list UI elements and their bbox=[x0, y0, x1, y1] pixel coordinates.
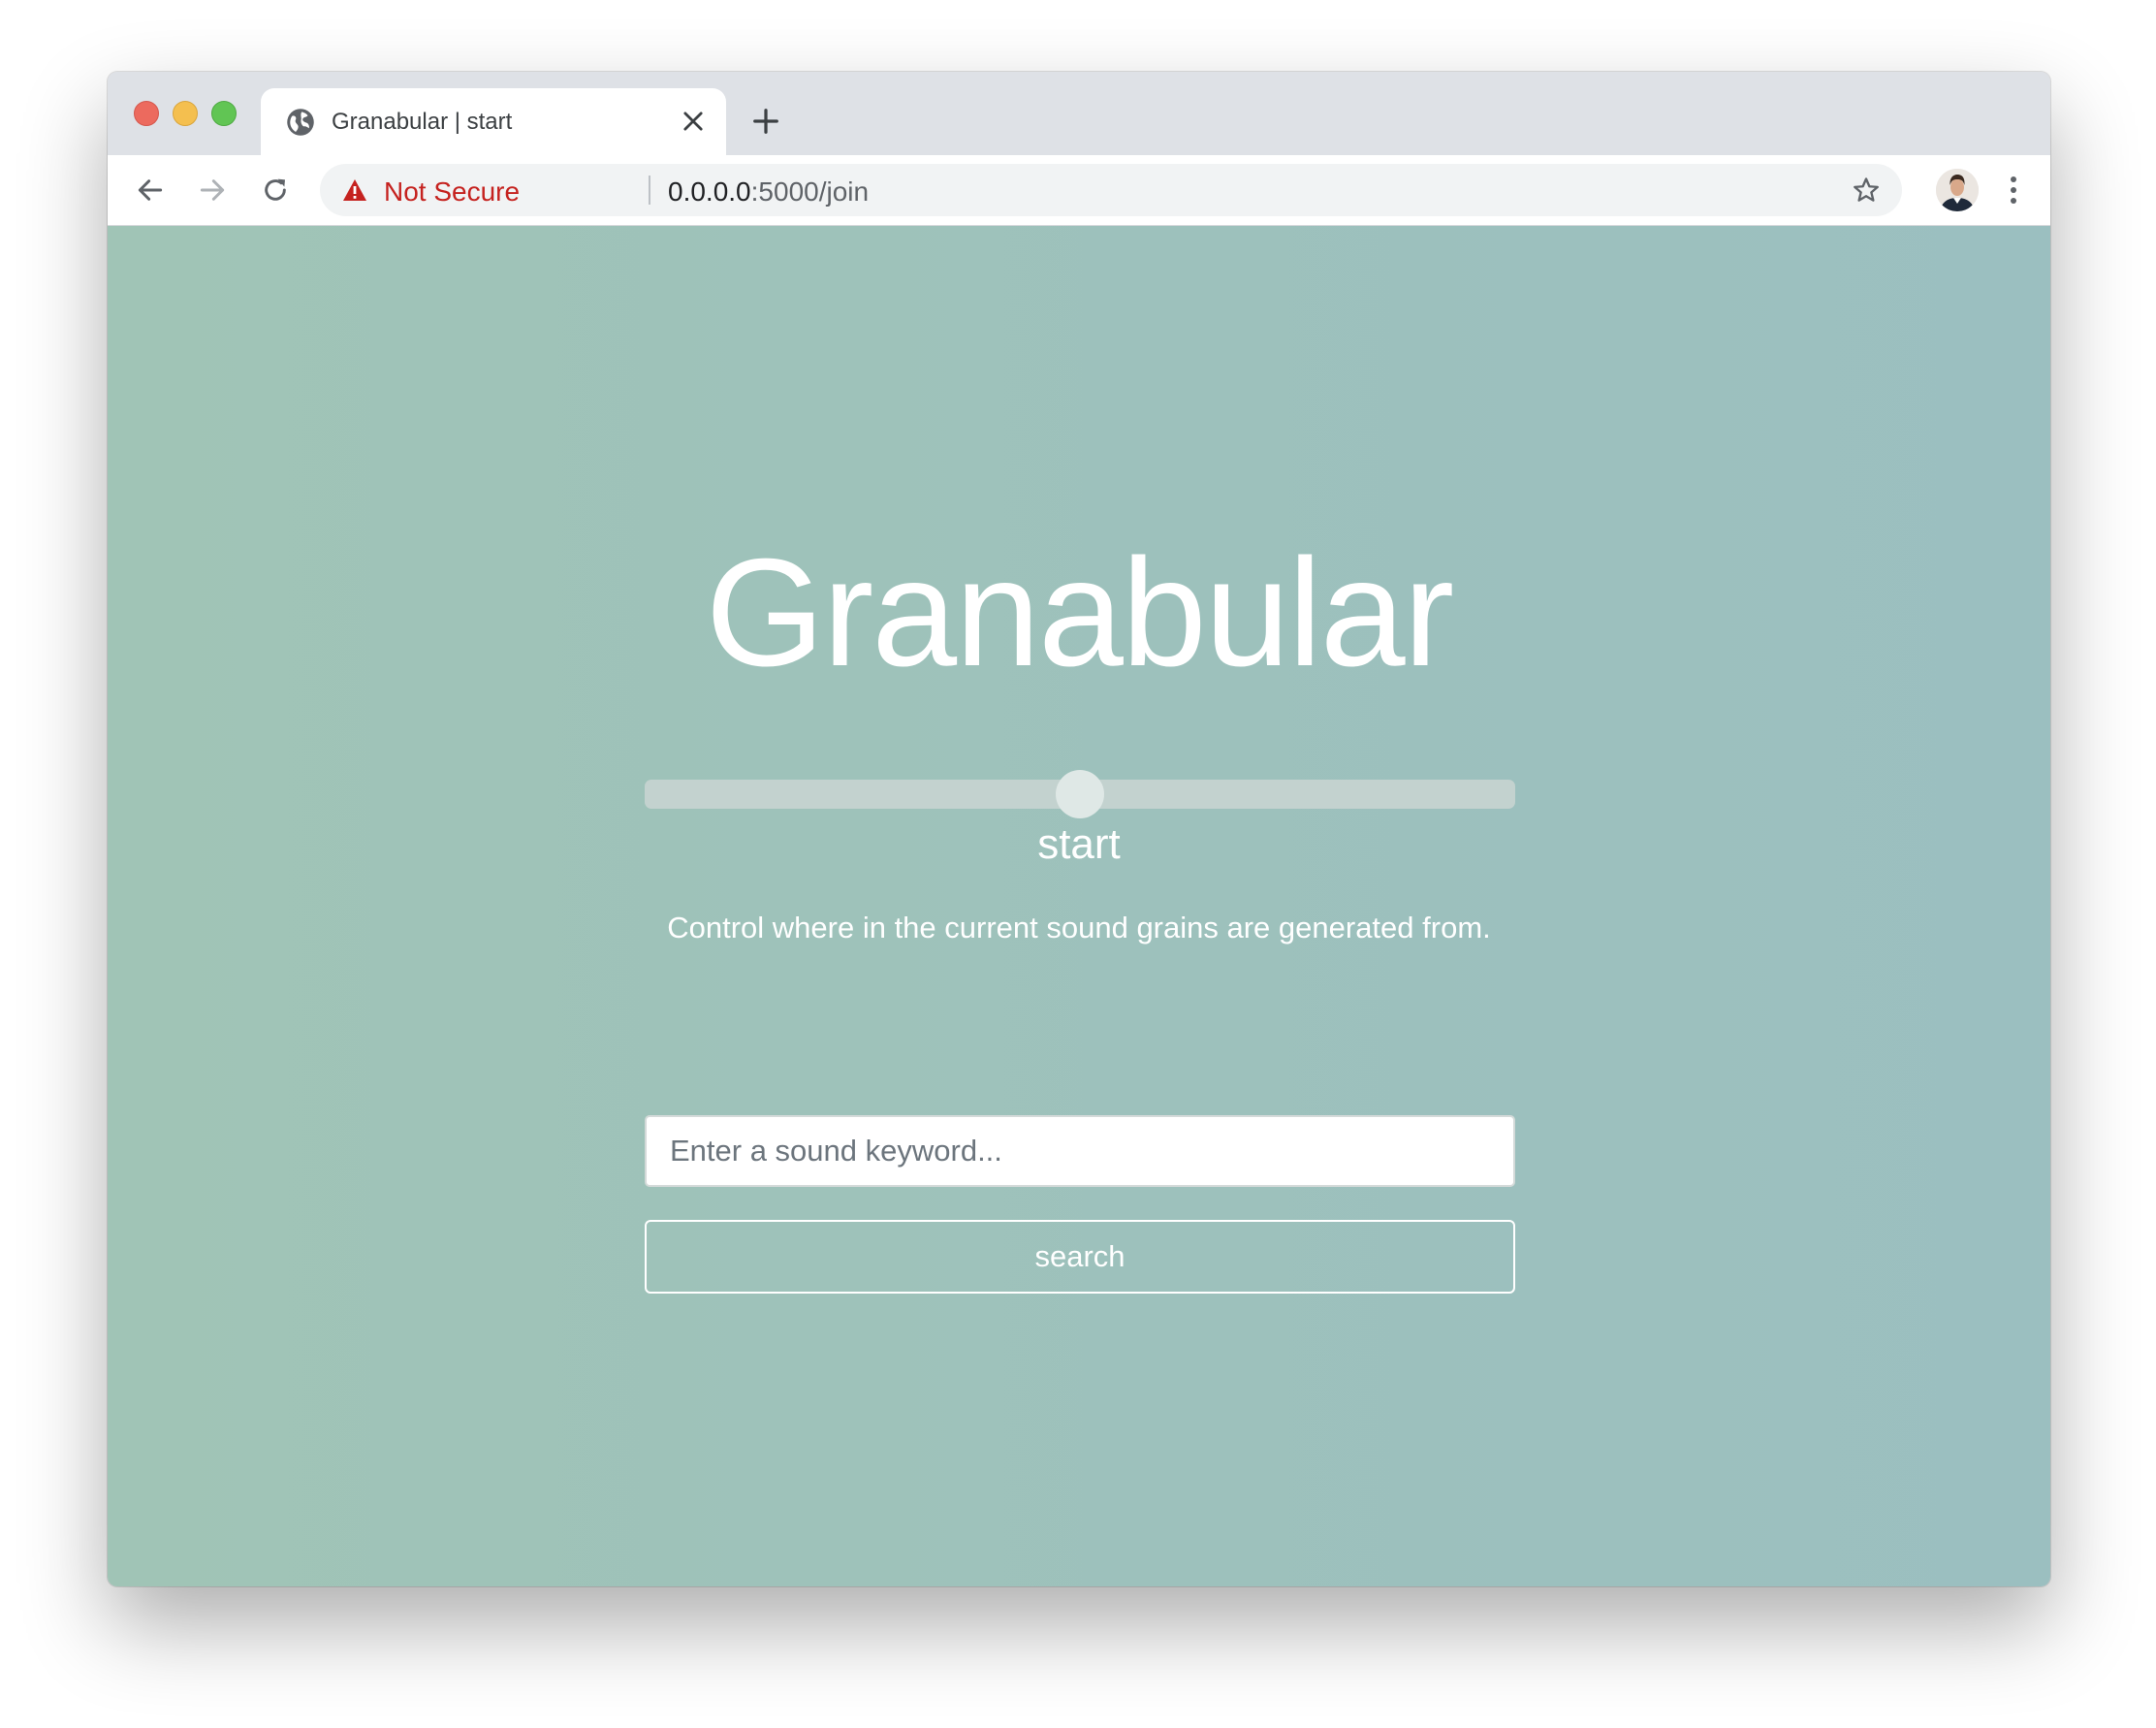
tab-strip: Granabular | start bbox=[108, 72, 2050, 155]
profile-avatar[interactable] bbox=[1936, 169, 1979, 211]
search-button[interactable]: search bbox=[645, 1220, 1515, 1294]
minimize-window-button[interactable] bbox=[173, 101, 198, 126]
page-title: Granabular bbox=[705, 528, 1454, 698]
back-arrow-icon[interactable] bbox=[135, 175, 166, 206]
forward-arrow-icon[interactable] bbox=[197, 175, 228, 206]
tab-granabular[interactable]: Granabular | start bbox=[261, 88, 726, 155]
browser-window: Granabular | start Not Secure 0.0.0.0:50… bbox=[108, 72, 2050, 1586]
start-slider-thumb[interactable] bbox=[1056, 770, 1104, 818]
globe-icon bbox=[287, 109, 314, 136]
close-window-button[interactable] bbox=[134, 101, 159, 126]
warning-triangle-icon bbox=[343, 179, 366, 201]
url-text[interactable]: 0.0.0.0:5000/join bbox=[668, 176, 869, 208]
sound-keyword-input[interactable] bbox=[645, 1115, 1515, 1187]
tab-title: Granabular | start bbox=[332, 109, 513, 135]
url-path: :5000/join bbox=[750, 176, 870, 207]
address-bar[interactable]: Not Secure 0.0.0.0:5000/join bbox=[320, 164, 1902, 216]
star-icon[interactable] bbox=[1852, 176, 1881, 205]
not-secure-label[interactable]: Not Secure bbox=[384, 176, 520, 208]
browser-toolbar: Not Secure 0.0.0.0:5000/join bbox=[108, 155, 2050, 226]
slider-description: Control where in the current sound grain… bbox=[667, 911, 1491, 944]
url-host: 0.0.0.0 bbox=[668, 176, 751, 207]
page-content: Granabular start Control where in the cu… bbox=[108, 226, 2050, 1586]
avatar-image bbox=[1936, 169, 1979, 211]
reload-icon[interactable] bbox=[260, 175, 291, 206]
plus-icon[interactable] bbox=[751, 107, 780, 136]
vertical-dots-icon[interactable] bbox=[2004, 173, 2023, 208]
maximize-window-button[interactable] bbox=[211, 101, 237, 126]
address-bar-divider bbox=[649, 176, 650, 205]
slider-label: start bbox=[1037, 820, 1121, 868]
close-icon[interactable] bbox=[680, 108, 707, 135]
